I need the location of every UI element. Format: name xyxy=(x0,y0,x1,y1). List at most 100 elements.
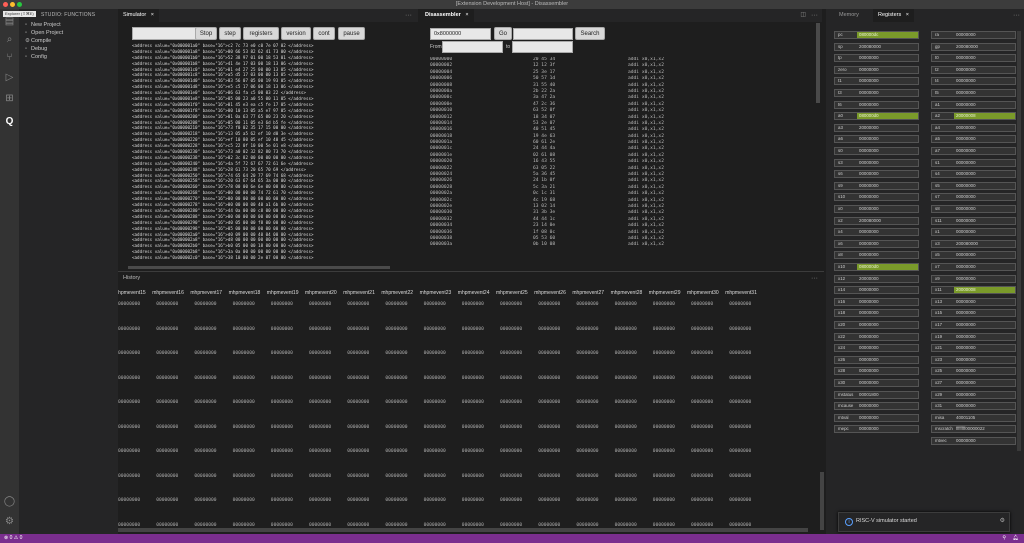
register-t4[interactable]: t4 00000000 xyxy=(931,77,1016,86)
register-s4[interactable]: s4 00000000 xyxy=(931,170,1016,179)
register-t2[interactable]: t2 00000000 xyxy=(931,65,1016,74)
close-tab-icon[interactable]: × xyxy=(151,12,154,18)
register-mstatus[interactable]: mstatus 00001800 xyxy=(834,390,919,399)
run-debug-icon[interactable]: ▷ xyxy=(3,71,16,84)
register-a6[interactable]: a6 00000000 xyxy=(834,135,919,144)
more-actions-icon[interactable]: ··· xyxy=(811,9,818,22)
search-icon[interactable]: ⌕ xyxy=(3,33,16,46)
tab-memory[interactable]: Memory xyxy=(834,9,864,22)
sidebar-item-debug[interactable]: ▫ Debug xyxy=(19,45,118,53)
register-x30[interactable]: x30 00000000 xyxy=(834,379,919,387)
register-x0[interactable]: x0 00000000 xyxy=(834,205,919,213)
register-mcause[interactable]: mcause 00000000 xyxy=(834,402,919,411)
register-s7[interactable]: s7 00000000 xyxy=(931,193,1016,202)
register-x29[interactable]: x29 00000000 xyxy=(931,390,1016,399)
register-t6[interactable]: t6 00000000 xyxy=(834,100,919,109)
search-input[interactable] xyxy=(513,28,573,40)
zoom-window-icon[interactable] xyxy=(17,2,22,7)
register-x6[interactable]: x6 00000000 xyxy=(834,239,919,248)
register-x13[interactable]: x13 00000000 xyxy=(931,297,1016,306)
settings-gear-icon[interactable]: ⚙ xyxy=(1000,517,1005,524)
register-s6[interactable]: s6 00000000 xyxy=(834,170,919,179)
register-misa[interactable]: misa 40001105 xyxy=(931,413,1016,422)
register-gp[interactable]: gp 200080000 xyxy=(931,42,1016,51)
register-x2[interactable]: x2 200080000 xyxy=(834,216,919,225)
close-tab-icon[interactable]: × xyxy=(906,12,909,18)
register-x31[interactable]: x31 00000000 xyxy=(931,402,1016,411)
register-zero[interactable]: zero 00000000 xyxy=(834,65,919,74)
register-a4[interactable]: a4 00000000 xyxy=(931,123,1016,132)
register-mtvec[interactable]: mtvec 00000000 xyxy=(931,437,1016,445)
register-x26[interactable]: x26 00000000 xyxy=(834,355,919,364)
split-editor-icon[interactable]: ◫ xyxy=(800,9,806,22)
register-x9[interactable]: x9 00000000 xyxy=(931,274,1016,283)
register-x5[interactable]: x5 00000000 xyxy=(931,251,1016,260)
source-control-icon[interactable]: ⑂ xyxy=(3,51,16,64)
register-a1[interactable]: a1 00000000 xyxy=(931,100,1016,109)
register-x27[interactable]: x27 00000000 xyxy=(931,379,1016,387)
sidebar-item-new-project[interactable]: ▫ New Project xyxy=(19,21,118,29)
register-x16[interactable]: x16 00000000 xyxy=(834,297,919,306)
notifications-bell-icon[interactable]: 🔔︎ xyxy=(1013,534,1019,543)
step-button[interactable]: step xyxy=(219,27,241,40)
register-x7[interactable]: x7 00000000 xyxy=(931,263,1016,271)
register-x24[interactable]: x24 00000000 xyxy=(834,344,919,353)
register-s9[interactable]: s9 00000000 xyxy=(834,181,919,190)
register-t5[interactable]: t5 00000000 xyxy=(931,89,1016,97)
extensions-icon[interactable]: ⊞ xyxy=(3,92,16,105)
register-x8[interactable]: x8 00000000 xyxy=(834,251,919,260)
register-x23[interactable]: x23 00000000 xyxy=(931,355,1016,364)
registers-vertical-scrollbar[interactable] xyxy=(1017,31,1021,451)
manage-gear-icon[interactable]: ⚙ xyxy=(3,515,16,528)
go-button[interactable]: Go xyxy=(494,27,512,40)
register-x12[interactable]: x12 20000000 xyxy=(834,274,919,283)
register-x10[interactable]: x10 080000d0 xyxy=(834,263,919,271)
register-a3[interactable]: a3 20000000 xyxy=(834,123,919,132)
register-t3[interactable]: t3 00000000 xyxy=(834,89,919,97)
tab-disassembler[interactable]: Disassembler × xyxy=(420,9,474,22)
version-button[interactable]: version xyxy=(281,27,311,40)
register-x1[interactable]: x1 00000000 xyxy=(931,228,1016,237)
register-s5[interactable]: s5 00000000 xyxy=(931,181,1016,190)
tab-history[interactable]: History xyxy=(118,272,145,285)
register-x21[interactable]: x21 00000000 xyxy=(931,344,1016,353)
more-actions-icon[interactable]: ··· xyxy=(811,272,818,285)
search-button[interactable]: Search xyxy=(575,27,605,40)
register-ra[interactable]: ra 00000000 xyxy=(931,31,1016,39)
more-actions-icon[interactable]: ··· xyxy=(1013,9,1020,22)
register-s8[interactable]: s8 00000000 xyxy=(931,205,1016,213)
sidebar-item-compile[interactable]: ⚙Compile xyxy=(19,37,118,45)
sidebar-item-open-project[interactable]: ▫ Open Project xyxy=(19,29,118,37)
disassembly-vertical-scrollbar[interactable] xyxy=(816,23,820,103)
register-x14[interactable]: x14 00000000 xyxy=(834,286,919,295)
account-icon[interactable]: ◯ xyxy=(3,495,16,508)
register-x22[interactable]: x22 00000000 xyxy=(834,332,919,341)
remote-icon[interactable]: ⚲ xyxy=(1002,534,1006,543)
more-actions-icon[interactable]: ··· xyxy=(405,9,412,22)
register-s10[interactable]: s10 00000000 xyxy=(834,193,919,202)
tab-simulator[interactable]: Simulator × xyxy=(118,9,159,22)
register-mscratch[interactable]: mscratch ffffffff00000022 xyxy=(931,425,1016,434)
register-x11[interactable]: x11 20000008 xyxy=(931,286,1016,295)
register-s3[interactable]: s3 00000000 xyxy=(834,158,919,167)
register-mtval[interactable]: mtval 00000000 xyxy=(834,413,919,422)
close-tab-icon[interactable]: × xyxy=(465,12,468,18)
close-window-icon[interactable] xyxy=(3,2,8,7)
register-x20[interactable]: x20 00000000 xyxy=(834,321,919,329)
disassembly-row[interactable]: 0000003a 0b 10 08 addi x0,x1,x2 xyxy=(428,242,818,248)
minimize-window-icon[interactable] xyxy=(10,2,15,7)
register-x15[interactable]: x15 00000000 xyxy=(931,309,1016,318)
register-t0[interactable]: t0 00000000 xyxy=(931,54,1016,63)
history-vertical-scrollbar[interactable] xyxy=(820,472,824,530)
register-a0[interactable]: a0 080000d0 xyxy=(834,112,919,121)
address-input[interactable]: 0x8000000 xyxy=(430,28,491,40)
simulator-horizontal-scrollbar[interactable] xyxy=(128,266,390,269)
register-x28[interactable]: x28 00000000 xyxy=(834,367,919,376)
to-input[interactable] xyxy=(512,41,573,53)
register-mepc[interactable]: mepc 00000000 xyxy=(834,425,919,434)
register-x25[interactable]: x25 00000000 xyxy=(931,367,1016,376)
register-x4[interactable]: x4 00000000 xyxy=(834,228,919,237)
register-x17[interactable]: x17 00000000 xyxy=(931,321,1016,329)
stop-button[interactable]: Stop xyxy=(195,27,217,40)
problems-count[interactable]: ⊗ 0 ⚠ 0 xyxy=(4,534,22,543)
